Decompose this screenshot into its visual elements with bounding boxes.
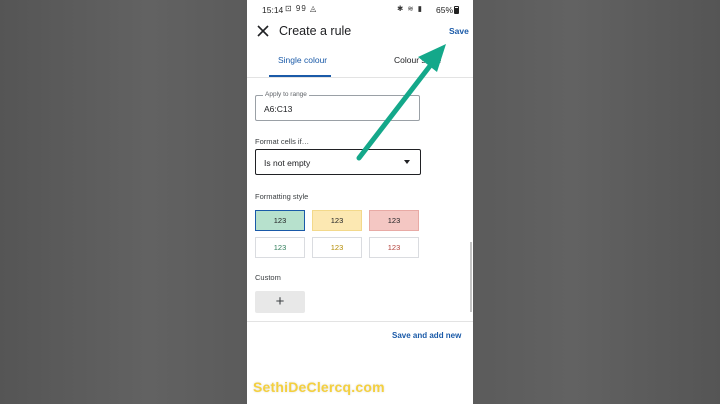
watermark-text: SethiDeClercq.com bbox=[253, 379, 385, 395]
style-swatch-green-text[interactable]: 123 bbox=[255, 237, 305, 258]
phone-screen: 15:14 ⊡ 99 ◬ ✱ ≋ ▮ 65% Create a rule Sav… bbox=[247, 0, 473, 404]
add-custom-style-button[interactable]: + bbox=[255, 291, 305, 313]
tab-divider bbox=[247, 77, 473, 78]
battery-icon bbox=[454, 6, 459, 14]
format-condition-dropdown[interactable]: Is not empty bbox=[255, 149, 421, 175]
blurred-background-right bbox=[473, 0, 720, 404]
battery-level: 65% bbox=[436, 5, 454, 15]
style-swatch-red-fill[interactable]: 123 bbox=[369, 210, 419, 231]
style-swatch-green-fill[interactable]: 123 bbox=[255, 210, 305, 231]
signal-icons: ✱ ≋ ▮ bbox=[397, 4, 423, 13]
chevron-down-icon bbox=[404, 160, 410, 164]
custom-label: Custom bbox=[255, 273, 281, 282]
tab-single-colour[interactable]: Single colour bbox=[278, 55, 327, 65]
status-bar: 15:14 ⊡ 99 ◬ ✱ ≋ ▮ 65% bbox=[247, 0, 473, 19]
style-swatch-yellow-fill[interactable]: 123 bbox=[312, 210, 362, 231]
tab-colour-scale[interactable]: Colour scale bbox=[394, 55, 473, 65]
footer-divider bbox=[247, 321, 473, 322]
tab-bar: Single colour Colour scale bbox=[247, 46, 473, 78]
blurred-background-left bbox=[0, 0, 247, 404]
style-swatch-red-text[interactable]: 123 bbox=[369, 237, 419, 258]
condition-value: Is not empty bbox=[264, 158, 311, 168]
page-title: Create a rule bbox=[279, 24, 352, 38]
formatting-style-label: Formatting style bbox=[255, 192, 309, 201]
close-icon[interactable] bbox=[256, 24, 270, 38]
apply-to-range-input[interactable]: Apply to range A6:C13 bbox=[255, 91, 420, 121]
save-button[interactable]: Save bbox=[449, 26, 469, 36]
range-label: Apply to range bbox=[263, 91, 309, 98]
status-time: 15:14 bbox=[262, 5, 284, 15]
format-cells-label: Format cells if… bbox=[255, 137, 310, 146]
range-value: A6:C13 bbox=[264, 104, 293, 114]
notification-icons: ⊡ 99 ◬ bbox=[285, 4, 318, 13]
style-swatch-yellow-text[interactable]: 123 bbox=[312, 237, 362, 258]
plus-icon: + bbox=[275, 293, 285, 310]
save-and-add-new-button[interactable]: Save and add new bbox=[392, 331, 461, 340]
scrollbar[interactable] bbox=[470, 242, 472, 312]
